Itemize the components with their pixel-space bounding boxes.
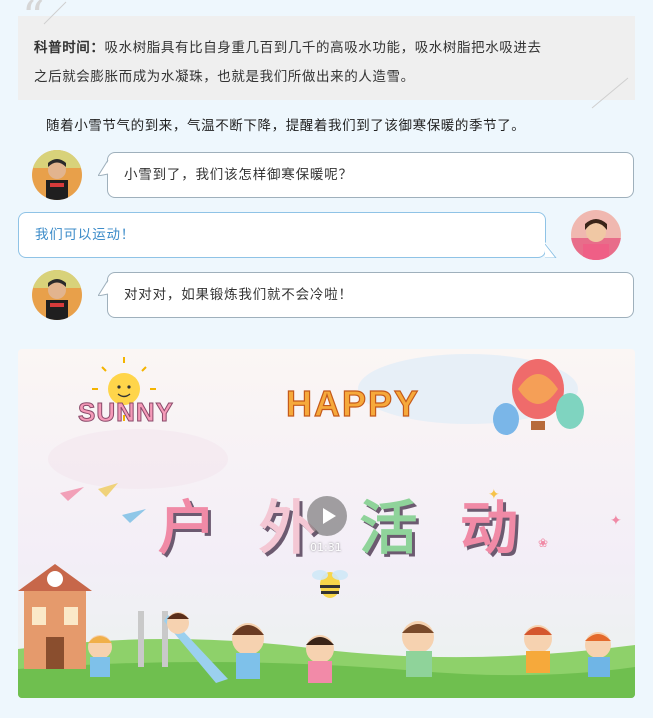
avatar-girl bbox=[571, 210, 621, 260]
bubble-tail-icon bbox=[98, 160, 109, 176]
science-info-box: 科普时间：吸水树脂具有比自身重几百到几千的高吸水功能，吸水树脂把水吸进去 之后就… bbox=[18, 16, 635, 100]
title-char: 动 bbox=[459, 494, 518, 562]
title-char: 活 bbox=[359, 494, 418, 562]
info-label: 科普时间： bbox=[34, 40, 105, 56]
svg-text:✦: ✦ bbox=[610, 513, 622, 529]
happy-label: HAPPY bbox=[285, 382, 421, 424]
chat-bubble-left-2: 对对对，如果锻炼我们就不会冷啦！ bbox=[107, 272, 634, 318]
chat-message: 我们可以运动！ bbox=[35, 227, 136, 243]
intro-text: 随着小雪节气的到来，气温不断下降，提醒着我们到了该御寒保暖的季节了。 bbox=[46, 118, 526, 134]
bubble-tail-icon bbox=[545, 242, 557, 258]
title-char: 户 bbox=[158, 494, 217, 562]
avatar-boy bbox=[32, 270, 82, 320]
chat-message: 对对对，如果锻炼我们就不会冷啦！ bbox=[124, 287, 353, 303]
play-icon bbox=[323, 508, 336, 524]
sunny-label: SUNNY bbox=[77, 397, 175, 428]
chat-bubble-right-1: 我们可以运动！ bbox=[18, 212, 546, 258]
chat-message: 小雪到了，我们该怎样御寒保暖呢？ bbox=[124, 167, 353, 183]
decorative-line-icon bbox=[591, 77, 629, 109]
svg-text:❀: ❀ bbox=[538, 536, 548, 550]
chat-bubble-left-1: 小雪到了，我们该怎样御寒保暖呢？ bbox=[107, 152, 634, 198]
info-line2: 之后就会膨胀而成为水凝珠，也就是我们所做出来的人造雪。 bbox=[34, 69, 415, 85]
video-duration: 01:31 bbox=[310, 541, 342, 554]
bubble-tail-icon bbox=[98, 280, 109, 296]
avatar-boy bbox=[32, 150, 82, 200]
play-button[interactable] bbox=[307, 496, 347, 536]
info-line1: 吸水树脂具有比自身重几百到几千的高吸水功能，吸水树脂把水吸进去 bbox=[104, 40, 542, 56]
decorative-line-icon bbox=[43, 1, 67, 25]
